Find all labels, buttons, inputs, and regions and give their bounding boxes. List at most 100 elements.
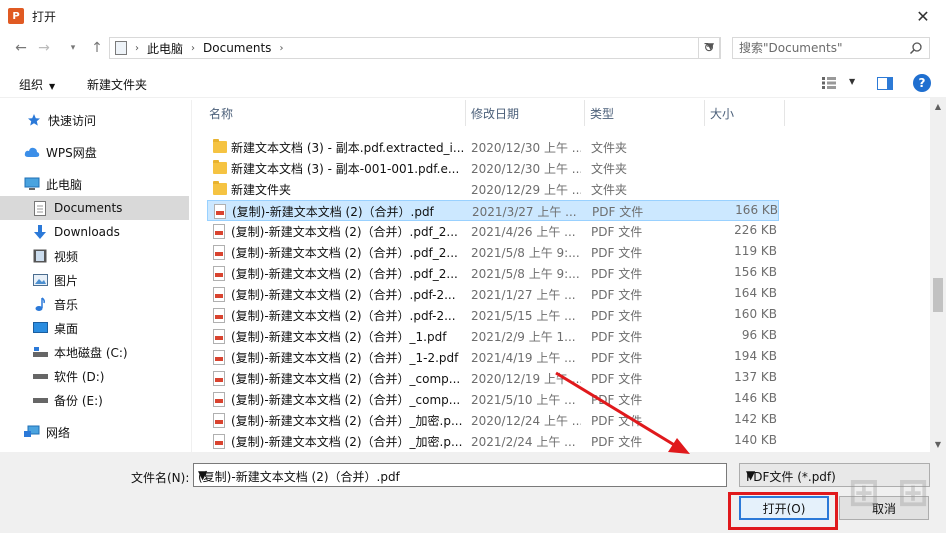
drive-icon [32,368,48,384]
filename-field[interactable]: (复制)-新建文本文档 (2)（合并）.pdf ▼ [193,463,727,487]
preview-pane-icon[interactable] [877,77,893,90]
column-header-label: 名称 [209,106,234,121]
scroll-up-icon[interactable]: ▲ [930,98,946,114]
column-header-size[interactable]: 大小 [705,100,785,126]
sidebar-item-drive-e[interactable]: 备份 (E:) [0,388,189,412]
file-name: 新建文件夹 [231,183,292,197]
file-date: 2021/4/26 上午 ... [471,225,576,239]
file-date: 2020/12/30 上午 ... [471,162,581,176]
file-size: 166 KB [735,203,778,217]
document-icon [32,200,48,216]
watermark-logo: ⊞ ⊞ [848,470,931,514]
pdf-file-icon [213,287,226,302]
open-button[interactable]: 打开(O) [739,496,829,520]
search-input[interactable] [739,41,909,55]
breadcrumb-this-pc[interactable]: 此电脑 [147,40,183,57]
sidebar-item-label: 音乐 [54,297,79,312]
file-name: (复制)-新建文本文档 (2)（合并）.pdf [232,205,434,219]
vertical-scrollbar[interactable]: ▲ ▼ [930,98,946,452]
sidebar-item-pictures[interactable]: 图片 [0,268,189,292]
file-name: (复制)-新建文本文档 (2)（合并）.pdf-2... [231,288,456,302]
address-bar[interactable]: › 此电脑 › Documents › ▼ [109,37,721,59]
sidebar-item-documents[interactable]: Documents [0,196,189,220]
file-row[interactable]: (复制)-新建文本文档 (2)（合并）_1.pdf 2021/2/9 上午 1..… [207,326,779,347]
sidebar-item-label: 软件 (D:) [54,369,105,384]
view-options-icon[interactable] [822,77,836,89]
file-name: (复制)-新建文本文档 (2)（合并）_1.pdf [231,330,447,344]
close-icon[interactable]: ✕ [908,4,938,28]
file-row[interactable]: (复制)-新建文本文档 (2)（合并）.pdf-2... 2021/1/27 上午… [207,284,779,305]
pdf-file-icon [214,204,227,219]
file-row[interactable]: (复制)-新建文本文档 (2)（合并）_comp... 2020/12/19 上午… [207,368,779,389]
computer-icon [24,176,40,192]
file-date: 2021/2/24 上午 ... [471,435,576,449]
sidebar-item-quick-access[interactable]: 快速访问 [0,108,189,132]
column-header-type[interactable]: 类型 [585,100,705,126]
file-row[interactable]: (复制)-新建文本文档 (2)（合并）.pdf_2... 2021/5/8 上午 … [207,263,779,284]
refresh-icon: ↻ [703,40,715,56]
pdf-file-icon [213,434,226,449]
file-name: (复制)-新建文本文档 (2)（合并）.pdf_2... [231,225,458,239]
recent-locations-icon[interactable]: ▾ [62,37,84,59]
sidebar-item-videos[interactable]: 视频 [0,244,189,268]
sidebar-item-drive-c[interactable]: 本地磁盘 (C:) [0,340,189,364]
file-row[interactable]: 新建文件夹 2020/12/29 上午 ... 文件夹 [207,179,779,200]
chevron-down-icon[interactable]: ▼ [198,468,720,482]
search-box[interactable] [732,37,930,59]
caret-down-icon[interactable]: ▼ [849,77,855,86]
search-icon[interactable] [909,41,923,55]
folder-icon [213,139,227,155]
file-row[interactable]: (复制)-新建文本文档 (2)（合并）.pdf_2... 2021/5/8 上午 … [207,242,779,263]
file-row[interactable]: (复制)-新建文本文档 (2)（合并）_comp... 2021/5/10 上午 … [207,389,779,410]
file-date: 2021/5/8 上午 9:... [471,267,580,281]
forward-arrow-icon[interactable]: → [33,37,55,59]
command-toolbar: 组织 ▼ 新建文件夹 ▼ ? [0,68,946,98]
back-arrow-icon[interactable]: ← [10,37,32,59]
computer-icon [115,41,127,55]
sidebar-item-desktop[interactable]: 桌面 [0,316,189,340]
file-type: 文件夹 [591,141,628,155]
file-date: 2020/12/19 上午 ... [471,372,581,386]
pdf-file-icon [213,266,226,281]
sidebar-item-wps-cloud[interactable]: WPS网盘 [0,140,189,164]
file-date: 2021/5/8 上午 9:... [471,246,580,260]
video-icon [32,248,48,264]
file-row[interactable]: (复制)-新建文本文档 (2)（合并）.pdf_2... 2021/4/26 上午… [207,221,779,242]
desktop-icon [32,320,48,336]
file-name: (复制)-新建文本文档 (2)（合并）.pdf_2... [231,267,458,281]
file-row[interactable]: (复制)-新建文本文档 (2)（合并）.pdf-2... 2021/5/15 上午… [207,305,779,326]
file-row[interactable]: (复制)-新建文本文档 (2)（合并）_加密.p... 2021/2/24 上午 … [207,431,779,452]
file-row[interactable]: (复制)-新建文本文档 (2)（合并）_加密.p... 2020/12/24 上午… [207,410,779,431]
sidebar-item-label: 备份 (E:) [54,393,103,408]
file-row[interactable]: 新建文本文档 (3) - 副本.pdf.extracted_i... 2020/1… [207,137,779,158]
file-row[interactable]: (复制)-新建文本文档 (2)（合并）.pdf 2021/3/27 上午 ... P… [207,200,779,221]
help-icon[interactable]: ? [913,74,931,92]
pdf-file-icon [213,224,226,239]
breadcrumb-documents[interactable]: Documents [203,41,271,55]
column-header-name[interactable]: 名称 ^ [192,100,466,126]
sidebar-item-network[interactable]: 网络 [0,420,189,444]
file-size: 156 KB [734,265,777,279]
sidebar-item-this-pc[interactable]: 此电脑 [0,172,189,196]
sidebar-item-label: Documents [54,201,123,215]
file-name: 新建文本文档 (3) - 副本.pdf.extracted_i... [231,141,465,155]
sidebar-item-music[interactable]: 音乐 [0,292,189,316]
sidebar-item-label: 本地磁盘 (C:) [54,345,128,360]
file-size: 142 KB [734,412,777,426]
new-folder-button[interactable]: 新建文件夹 [87,76,147,93]
sidebar-item-label: 图片 [54,273,79,288]
refresh-button[interactable]: ↻ [698,37,720,59]
wps-pdf-app-icon: P [8,8,24,24]
file-row[interactable]: (复制)-新建文本文档 (2)（合并）_1-2.pdf 2021/4/19 上午 … [207,347,779,368]
up-arrow-icon[interactable]: ↑ [86,37,108,59]
sidebar-item-label: 快速访问 [48,113,97,128]
organize-menu-button[interactable]: 组织 ▼ [19,76,55,93]
column-header-date[interactable]: 修改日期 [466,100,585,126]
scroll-down-icon[interactable]: ▼ [930,436,946,452]
file-row[interactable]: 新建文本文档 (3) - 副本-001-001.pdf.e... 2020/12/… [207,158,779,179]
file-type: 文件夹 [591,183,628,197]
scrollbar-thumb[interactable] [933,278,943,312]
file-size: 160 KB [734,307,777,321]
sidebar-item-drive-d[interactable]: 软件 (D:) [0,364,189,388]
sidebar-item-downloads[interactable]: Downloads [0,220,189,244]
